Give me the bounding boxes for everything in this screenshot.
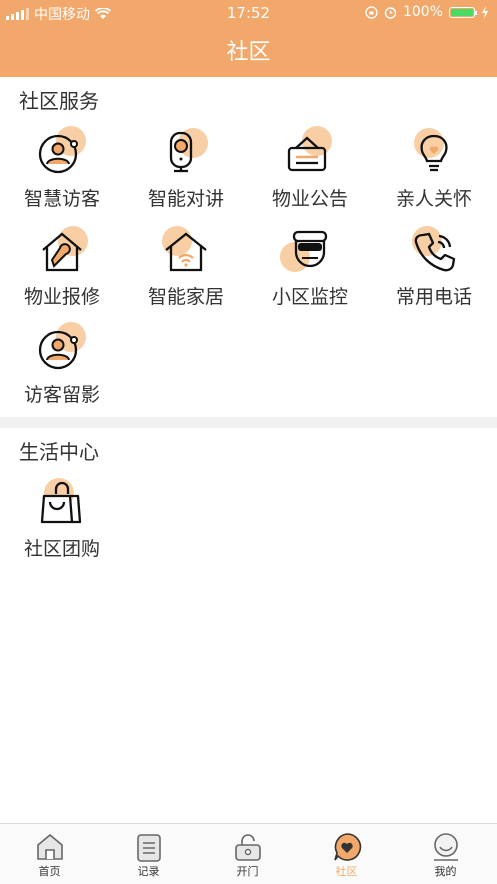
section-divider (0, 417, 497, 428)
service-item-label: 智能对讲 (147, 188, 224, 210)
tab-label: 我的 (434, 865, 457, 878)
battery-label: 100% (402, 4, 443, 20)
smart-home-icon (165, 232, 207, 272)
service-item-label: 社区团购 (23, 538, 100, 560)
bottom-tab-bar: 首页 记录 开门 社区 我的 (0, 823, 497, 884)
service-item-label: 小区监控 (271, 286, 348, 308)
service-item-family-care[interactable]: 亲人关怀 (372, 128, 496, 211)
status-bar: 中国移动 17:52 100% (0, 0, 497, 26)
service-item-label: 智能家居 (147, 286, 224, 308)
tab-label: 首页 (38, 865, 61, 878)
section-title-life-center: 生活中心 (19, 440, 99, 464)
service-item-label: 常用电话 (395, 286, 472, 308)
service-item-label: 智慧访客 (23, 188, 100, 210)
group-buy-icon (40, 481, 82, 524)
service-item-smart-intercom[interactable]: 智能对讲 (124, 128, 248, 211)
profile-icon (433, 833, 458, 861)
tab-label: 开门 (236, 865, 259, 878)
service-item-smart-visitor[interactable]: 智慧访客 (0, 126, 124, 211)
service-item-label: 访客留影 (23, 384, 100, 406)
camera-icon (292, 230, 328, 268)
visitor-photo-icon (38, 330, 78, 370)
community-icon (333, 833, 361, 861)
tab-community[interactable]: 社区 (297, 824, 396, 879)
app-header: 中国移动 17:52 100% 社区 (0, 0, 497, 77)
intercom-icon (169, 131, 193, 173)
service-item-property-notice[interactable]: 物业公告 (248, 126, 372, 211)
tab-profile[interactable]: 我的 (396, 824, 495, 879)
rotation-lock-icon (365, 5, 378, 19)
service-item-community-monitor[interactable]: 小区监控 (248, 228, 372, 309)
home-icon (36, 834, 63, 860)
service-item-label: 物业公告 (271, 188, 348, 210)
visitor-icon (38, 134, 78, 174)
care-icon (420, 134, 448, 172)
tab-home[interactable]: 首页 (0, 824, 99, 879)
alarm-icon (384, 6, 397, 19)
service-item-property-repair[interactable]: 物业报修 (0, 226, 124, 309)
service-item-group-buy[interactable]: 社区团购 (0, 478, 124, 561)
service-item-common-phone[interactable]: 常用电话 (372, 226, 496, 309)
section-title-community-services: 社区服务 (19, 89, 99, 113)
tab-label: 社区 (335, 865, 358, 878)
unlock-icon (234, 834, 261, 861)
page-title: 社区 (226, 40, 271, 65)
phone-icon (414, 232, 456, 272)
battery-icon (449, 6, 477, 18)
service-item-smart-home[interactable]: 智能家居 (124, 226, 248, 309)
tab-open-door[interactable]: 开门 (198, 824, 297, 879)
tab-record[interactable]: 记录 (99, 824, 198, 879)
charging-icon (482, 5, 488, 19)
repair-icon (42, 232, 82, 272)
record-icon (136, 834, 161, 862)
tab-label: 记录 (137, 865, 160, 878)
service-item-label: 物业报修 (23, 286, 100, 308)
service-item-visitor-photo[interactable]: 访客留影 (0, 322, 124, 407)
service-item-label: 亲人关怀 (395, 188, 472, 210)
notice-icon (287, 136, 327, 172)
